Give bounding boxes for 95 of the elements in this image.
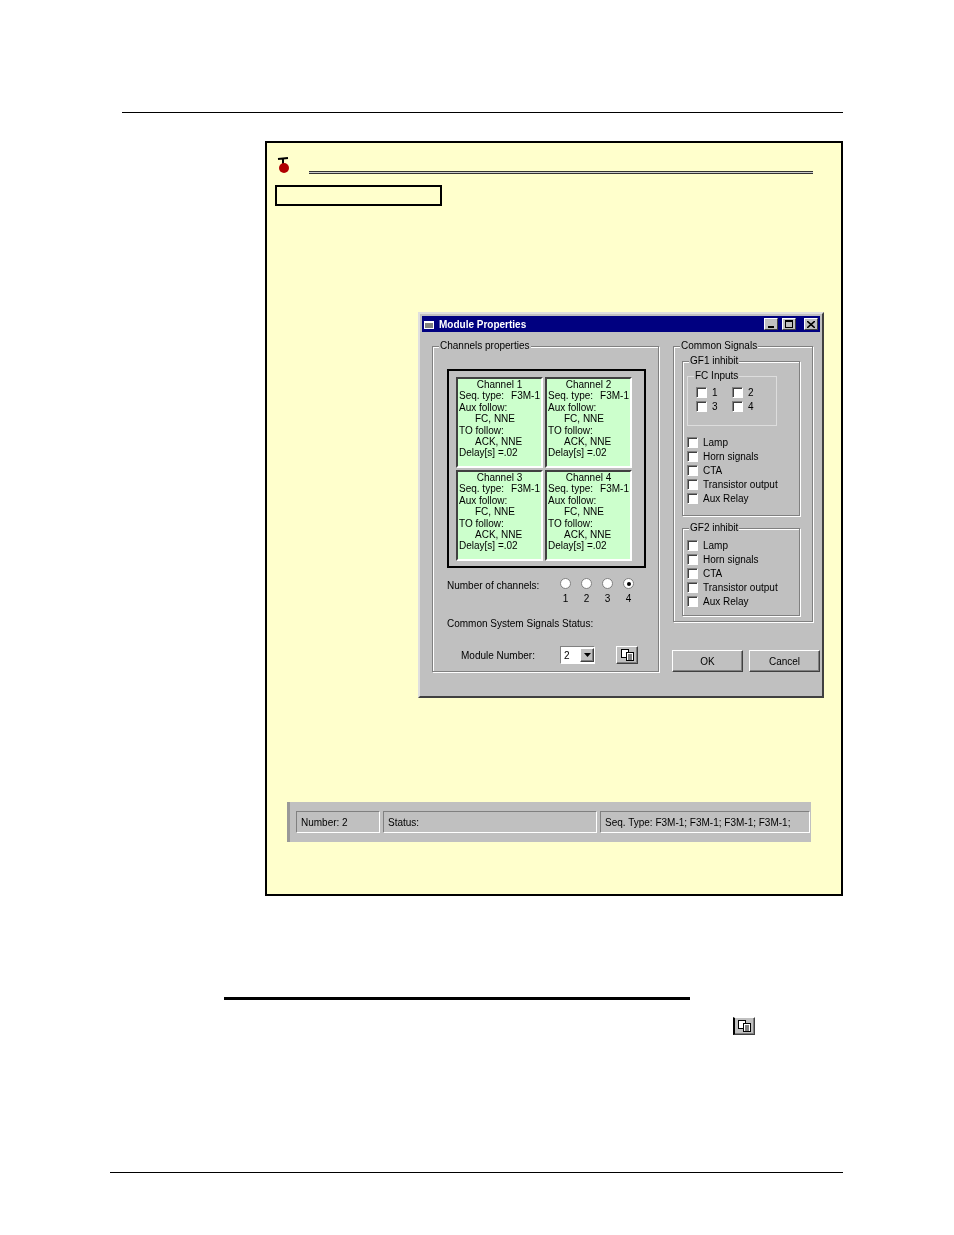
field-label: Aux follow: xyxy=(548,401,598,414)
module-number-dropdown[interactable]: 2 xyxy=(560,646,595,664)
group-label: GF2 inhibit xyxy=(689,522,740,534)
window-icon xyxy=(424,319,435,329)
radio-button[interactable] xyxy=(560,578,571,589)
checkbox-label: Horn signals xyxy=(703,552,759,567)
status-panel: Status: xyxy=(383,811,597,833)
checkbox[interactable] xyxy=(687,553,698,565)
field-label: Seq. type: xyxy=(459,483,505,495)
checkbox[interactable] xyxy=(687,581,698,593)
group-label: FC Inputs xyxy=(694,370,740,382)
checkbox-label: CTA xyxy=(703,463,723,478)
channel-title: Channel 3 xyxy=(475,472,524,484)
dropdown-arrow-icon xyxy=(583,653,591,657)
checkbox[interactable] xyxy=(687,450,698,462)
field-label: Aux follow: xyxy=(548,494,598,507)
checkbox-label: 1 xyxy=(712,385,718,400)
window-title: Module Properties xyxy=(439,317,528,332)
radio-button[interactable] xyxy=(623,578,634,589)
checkbox-label: 2 xyxy=(748,385,754,400)
checkbox-label: Horn signals xyxy=(703,449,759,464)
checkbox[interactable] xyxy=(696,400,707,412)
radio-button[interactable] xyxy=(602,578,613,589)
minimize-button[interactable] xyxy=(764,318,778,330)
checkbox-label: 3 xyxy=(712,399,718,414)
checkbox-label: Transistor output xyxy=(703,477,778,492)
field-label: Seq. type: xyxy=(548,390,594,402)
field-value: FC, NNE xyxy=(563,413,605,425)
checkbox[interactable] xyxy=(687,436,698,448)
checkbox[interactable] xyxy=(687,492,698,504)
radio-label: 2 xyxy=(583,592,590,606)
field-value: F3M-1 xyxy=(511,483,540,495)
checkbox[interactable] xyxy=(687,478,698,490)
field-label: TO follow: xyxy=(548,424,594,437)
maximize-button[interactable] xyxy=(782,318,796,330)
ok-button[interactable]: OK xyxy=(672,650,743,672)
checkbox[interactable] xyxy=(696,386,707,398)
channel-title: Channel 4 xyxy=(564,472,613,484)
checkbox[interactable] xyxy=(732,400,743,412)
field-value: ACK, NNE xyxy=(563,436,613,448)
copy-button[interactable] xyxy=(616,646,638,664)
maximize-icon xyxy=(785,320,793,328)
field-value: Delay[s] =.02 xyxy=(459,447,519,459)
field-value: ACK, NNE xyxy=(563,529,613,541)
status-label: Common System Signals Status: xyxy=(447,617,595,631)
copy-button[interactable] xyxy=(733,1017,755,1035)
group-label: Common Signals xyxy=(680,340,759,352)
checkbox-label: 4 xyxy=(748,399,754,414)
field-value: Delay[s] =.02 xyxy=(548,447,608,459)
field-value: F3M-1 xyxy=(600,390,629,402)
copy-icon xyxy=(620,649,634,661)
checkbox-label: Transistor output xyxy=(703,580,778,595)
field-value: F3M-1 xyxy=(511,390,540,402)
channel-title: Channel 2 xyxy=(564,379,613,391)
checkbox-label: Lamp xyxy=(703,538,728,553)
field-label: Number of channels: xyxy=(447,579,541,593)
field-value: FC, NNE xyxy=(474,506,516,518)
app-icon xyxy=(277,156,291,174)
field-label: Seq. type: xyxy=(459,390,505,402)
cancel-button[interactable]: Cancel xyxy=(749,650,820,672)
checkbox[interactable] xyxy=(687,464,698,476)
field-label: TO follow: xyxy=(459,424,505,437)
group-label: Channels properties xyxy=(439,340,531,352)
radio-button[interactable] xyxy=(581,578,592,589)
group-label: GF1 inhibit xyxy=(689,355,740,367)
checkbox[interactable] xyxy=(732,386,743,398)
field-label: TO follow: xyxy=(459,517,505,530)
checkbox[interactable] xyxy=(687,539,698,551)
field-value: F3M-1 xyxy=(600,483,629,495)
field-value: Delay[s] =.02 xyxy=(548,540,608,552)
close-button[interactable] xyxy=(804,318,818,330)
field-value: ACK, NNE xyxy=(474,529,524,541)
checkbox-label: Lamp xyxy=(703,435,728,450)
checkbox[interactable] xyxy=(687,595,698,607)
field-value: Delay[s] =.02 xyxy=(459,540,519,552)
field-label: Module Number: xyxy=(461,648,536,663)
checkbox-label: CTA xyxy=(703,566,723,581)
radio-label: 1 xyxy=(562,592,569,606)
status-panel: Seq. Type: F3M-1; F3M-1; F3M-1; F3M-1; xyxy=(600,811,810,833)
copy-icon xyxy=(738,1020,751,1032)
field-value: ACK, NNE xyxy=(474,436,524,448)
field-label: Seq. type: xyxy=(548,483,594,495)
radio-label: 3 xyxy=(604,592,611,606)
status-panel: Number: 2 xyxy=(296,811,380,833)
channel-title: Channel 1 xyxy=(475,379,524,391)
field-value: FC, NNE xyxy=(474,413,516,425)
field-value: FC, NNE xyxy=(563,506,605,518)
checkbox[interactable] xyxy=(687,567,698,579)
field-label: Aux follow: xyxy=(459,401,509,414)
field-label: TO follow: xyxy=(548,517,594,530)
field-label: Aux follow: xyxy=(459,494,509,507)
checkbox-label: Aux Relay xyxy=(703,491,749,506)
radio-label: 4 xyxy=(625,592,632,606)
checkbox-label: Aux Relay xyxy=(703,594,749,609)
close-icon xyxy=(807,320,815,328)
